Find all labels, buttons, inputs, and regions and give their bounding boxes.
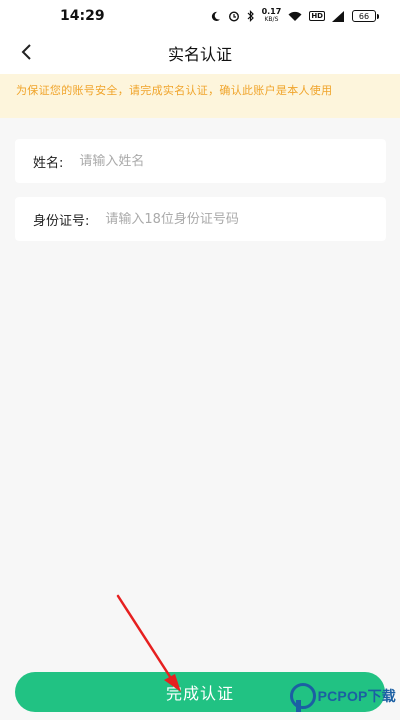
chevron-left-icon: [21, 44, 31, 60]
back-button[interactable]: [14, 39, 40, 65]
screen: 14:29 0.17 KB/S HD 66 实名认证 为保证您的账号安全，请完成…: [0, 0, 400, 720]
page-title: 实名认证: [167, 45, 232, 64]
bluetooth-icon: [247, 10, 255, 22]
speed-unit: KB/S: [264, 16, 279, 23]
id-field-card: 身份证号:: [15, 197, 386, 241]
name-input[interactable]: [79, 153, 368, 169]
status-time: 14:29: [60, 8, 105, 24]
security-notice: 为保证您的账号安全，请完成实名认证，确认此账户是本人使用: [0, 74, 400, 118]
battery-icon: 66: [352, 10, 379, 22]
status-icons: 0.17 KB/S HD 66: [210, 8, 379, 24]
id-number-input[interactable]: [105, 211, 368, 227]
alarm-icon: [228, 10, 240, 22]
name-field-card: 姓名:: [15, 139, 386, 183]
speed-value: 0.17: [261, 7, 282, 16]
network-speed: 0.17 KB/S: [262, 8, 282, 24]
signal-icon: [332, 10, 345, 22]
battery-level: 66: [358, 12, 370, 21]
hd-badge: HD: [309, 11, 325, 21]
nav-bar: 实名认证: [0, 32, 400, 74]
moon-icon: [210, 11, 221, 22]
wifi-icon: [288, 11, 302, 22]
complete-verification-button[interactable]: 完成认证: [15, 672, 385, 712]
id-number-label: 身份证号:: [33, 213, 90, 229]
status-bar: 14:29 0.17 KB/S HD 66: [0, 0, 400, 32]
name-label: 姓名:: [33, 155, 64, 171]
